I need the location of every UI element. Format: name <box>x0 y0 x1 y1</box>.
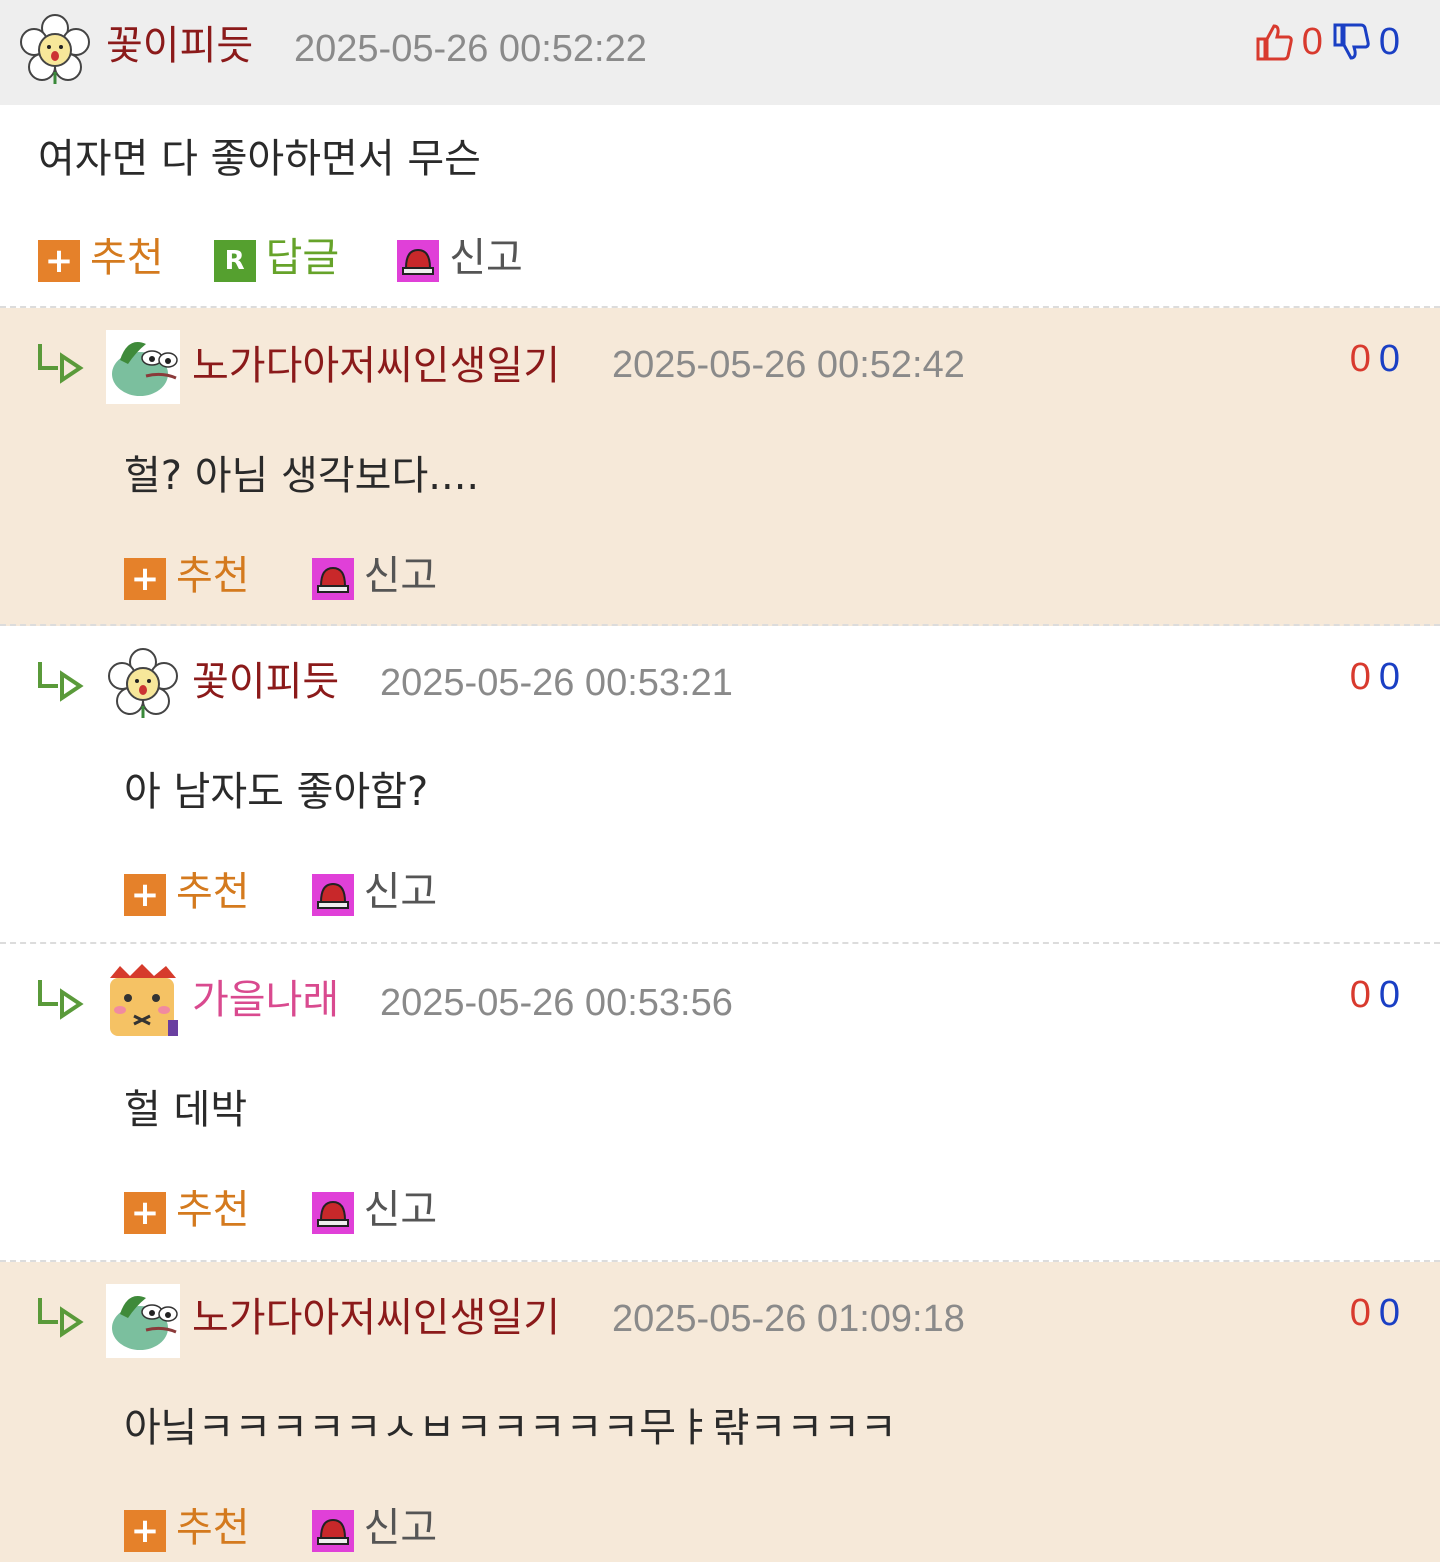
recommend-label: 추천 <box>90 235 164 281</box>
reply-comment: 노가다아저씨인생일기 2025-05-26 01:09:18 0 0 아닠ㅋㅋㅋ… <box>0 1262 1440 1562</box>
siren-icon <box>311 1192 354 1234</box>
vote-box: 0 0 <box>1350 976 1400 1014</box>
timestamp: 2025-05-26 01:09:18 <box>612 1298 965 1340</box>
flower-avatar-icon[interactable] <box>18 12 92 86</box>
comment-text: 아닠ㅋㅋㅋㅋㅋㅅㅂㅋㅋㅋㅋㅋ무ㅑ랶ㅋㅋㅋㅋ <box>124 1405 897 1451</box>
siren-icon <box>311 1510 354 1552</box>
recommend-button[interactable]: + 추천 <box>124 1504 250 1552</box>
reply-r-icon: R <box>213 240 256 282</box>
dislike-count[interactable]: 0 <box>1379 658 1400 696</box>
recommend-label: 추천 <box>176 869 250 915</box>
thumbs-up-icon[interactable] <box>1254 22 1294 62</box>
report-button[interactable]: 신고 <box>311 868 438 916</box>
like-count[interactable]: 0 <box>1350 1294 1371 1332</box>
vote-box: 0 0 <box>1350 658 1400 696</box>
like-count: 0 <box>1301 21 1323 63</box>
reply-comment: 가을나래 2025-05-26 00:53:56 0 0 헐 데박 + 추천 신… <box>0 944 1440 1262</box>
report-button[interactable]: 신고 <box>311 552 438 600</box>
vote-box: 0 0 <box>1350 1294 1400 1332</box>
siren-icon <box>397 240 440 282</box>
siren-icon <box>311 558 354 600</box>
recommend-button[interactable]: + 추천 <box>38 234 164 282</box>
flower-avatar-icon[interactable] <box>106 646 180 720</box>
report-label: 신고 <box>363 869 438 915</box>
siren-icon <box>311 874 354 916</box>
report-button[interactable]: 신고 <box>311 1186 438 1234</box>
plus-icon: + <box>38 240 80 282</box>
comment-text: 아 남자도 좋아함? <box>124 769 429 815</box>
recommend-label: 추천 <box>176 1505 250 1551</box>
reply-label: 답글 <box>265 235 340 281</box>
comment-actions: + 추천 신고 <box>124 552 437 600</box>
comment-actions: + 추천 신고 <box>124 1504 437 1552</box>
dislike-count[interactable]: 0 <box>1379 340 1400 378</box>
main-comment: 꽃이피듯 2025-05-26 00:52:22 0 0 여자면 다 좋아하면서… <box>0 0 1440 308</box>
dislike-count[interactable]: 0 <box>1379 1294 1400 1332</box>
timestamp: 2025-05-26 00:52:22 <box>294 28 647 70</box>
nickname[interactable]: 가을나래 <box>192 980 339 1020</box>
like-count[interactable]: 0 <box>1350 340 1371 378</box>
report-label: 신고 <box>363 1187 438 1233</box>
nickname[interactable]: 꽃이피듯 <box>106 26 253 66</box>
like-count[interactable]: 0 <box>1350 658 1371 696</box>
report-label: 신고 <box>363 1505 438 1551</box>
comment-text: 여자면 다 좋아하면서 무슨 <box>38 136 481 182</box>
plus-icon: + <box>124 874 166 916</box>
vote-box: 0 0 <box>1254 22 1400 62</box>
reply-button[interactable]: R 답글 <box>213 234 340 282</box>
report-button[interactable]: 신고 <box>311 1504 438 1552</box>
report-label: 신고 <box>449 235 523 281</box>
plus-icon: + <box>124 1510 166 1552</box>
recommend-label: 추천 <box>176 1187 250 1233</box>
comment-actions: + 추천 신고 <box>124 1186 437 1234</box>
dislike-count: 0 <box>1378 21 1400 63</box>
frog-avatar-icon[interactable] <box>106 1284 180 1358</box>
report-label: 신고 <box>363 553 438 599</box>
frog-avatar-icon[interactable] <box>106 330 180 404</box>
recommend-label: 추천 <box>176 553 250 599</box>
comment-actions: + 추천 R 답글 신고 <box>38 234 523 282</box>
comment-text: 헐 데박 <box>124 1087 248 1133</box>
recommend-button[interactable]: + 추천 <box>124 1186 250 1234</box>
like-count[interactable]: 0 <box>1350 976 1371 1014</box>
reply-arrow-icon <box>38 980 84 1020</box>
comment-text: 헐? 아님 생각보다.... <box>124 453 480 499</box>
timestamp: 2025-05-26 00:52:42 <box>612 344 965 386</box>
dislike-count[interactable]: 0 <box>1379 976 1400 1014</box>
nickname[interactable]: 노가다아저씨인생일기 <box>192 1298 560 1338</box>
main-comment-header: 꽃이피듯 2025-05-26 00:52:22 0 0 <box>0 0 1440 105</box>
reply-arrow-icon <box>38 344 84 384</box>
nickname[interactable]: 노가다아저씨인생일기 <box>192 346 560 386</box>
nickname[interactable]: 꽃이피듯 <box>192 662 339 702</box>
reply-arrow-icon <box>38 1298 84 1338</box>
report-button[interactable]: 신고 <box>397 234 523 282</box>
timestamp: 2025-05-26 00:53:21 <box>380 662 733 704</box>
plus-icon: + <box>124 1192 166 1234</box>
plus-icon: + <box>124 558 166 600</box>
recommend-button[interactable]: + 추천 <box>124 868 250 916</box>
vote-box: 0 0 <box>1350 340 1400 378</box>
timestamp: 2025-05-26 00:53:56 <box>380 982 733 1024</box>
reply-comment: 노가다아저씨인생일기 노가다아저씨인생일기 2025-05-26 00:52:4… <box>0 308 1440 626</box>
recommend-button[interactable]: + 추천 <box>124 552 250 600</box>
comment-actions: + 추천 신고 <box>124 868 437 916</box>
thumbs-down-icon[interactable] <box>1331 22 1371 62</box>
bear-avatar-icon[interactable] <box>106 964 180 1038</box>
reply-arrow-icon <box>38 662 84 702</box>
reply-comment: 꽃이피듯 2025-05-26 00:53:21 0 0 아 남자도 좋아함? … <box>0 626 1440 944</box>
